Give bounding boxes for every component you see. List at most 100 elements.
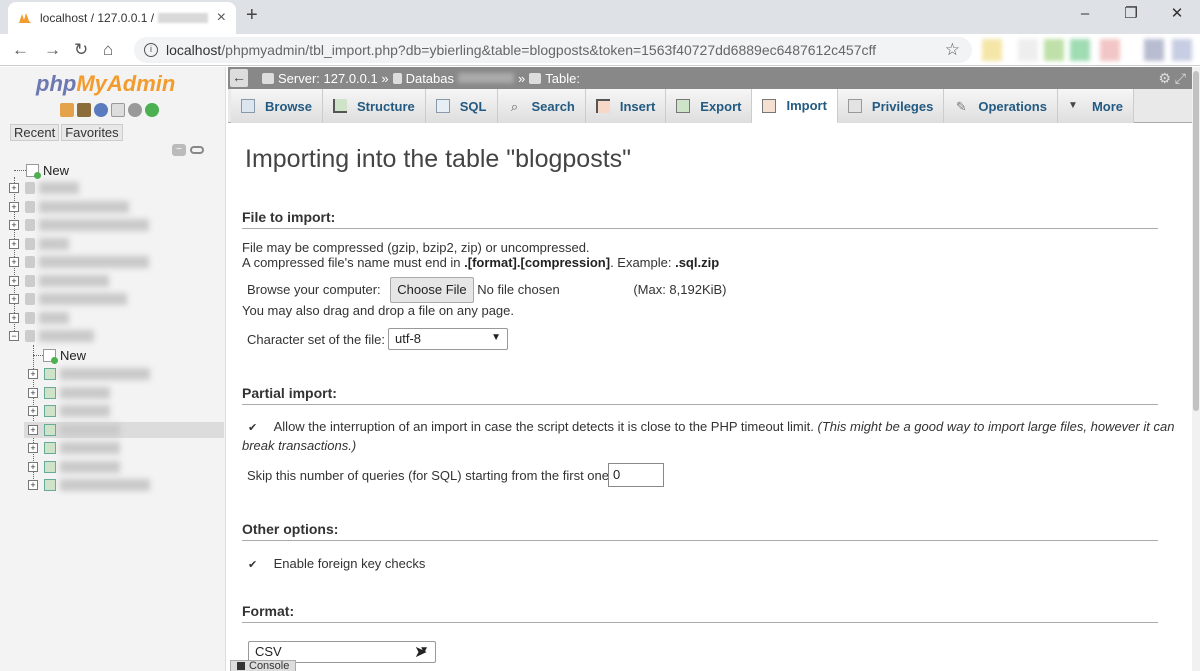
tree-database[interactable]: + [9, 199, 129, 215]
file-to-import-heading: File to import: [242, 209, 1158, 229]
tab-sql[interactable]: SQL [425, 89, 498, 123]
insert-icon [595, 99, 610, 113]
database-icon [25, 256, 35, 268]
forward-arrow-icon[interactable]: → [44, 40, 61, 60]
page-settings-gear-icon[interactable]: ⚙ ⤢ [1158, 70, 1186, 87]
close-tab-icon[interactable]: × [217, 9, 226, 27]
expand-icon[interactable]: + [9, 294, 19, 304]
new-tab-icon[interactable]: + [246, 4, 258, 27]
reload-navigation-icon[interactable] [145, 103, 159, 117]
expand-icon[interactable]: + [9, 183, 19, 193]
console-icon [237, 662, 245, 671]
help-icon[interactable] [94, 103, 108, 117]
expand-icon[interactable]: + [28, 443, 38, 453]
tree-new-database[interactable]: New [14, 162, 69, 179]
favorites-tab[interactable]: Favorites [61, 124, 123, 141]
logout-icon[interactable] [77, 103, 91, 117]
collapse-icon[interactable]: − [9, 331, 19, 341]
main-scrollbar[interactable] [1192, 67, 1200, 671]
browser-tab[interactable]: localhost / 127.0.0.1 / × [8, 2, 236, 34]
extension-icon[interactable] [1144, 39, 1164, 61]
tree-table[interactable]: + [28, 459, 120, 475]
extension-icon[interactable] [1018, 39, 1038, 61]
extension-icon[interactable] [1044, 39, 1064, 61]
tree-database[interactable]: + [9, 254, 149, 270]
tree-table[interactable]: + [28, 366, 150, 382]
tree-database[interactable]: + [9, 291, 127, 307]
expand-icon[interactable]: + [28, 388, 38, 398]
tab-structure[interactable]: Structure [322, 89, 426, 123]
expand-icon[interactable]: + [9, 239, 19, 249]
table-name-redacted [60, 387, 110, 399]
tree-database[interactable]: + [9, 217, 149, 233]
expand-icon[interactable]: + [28, 425, 38, 435]
other-options-heading: Other options: [242, 521, 1158, 541]
tab-insert[interactable]: Insert [585, 89, 667, 123]
profile-avatar[interactable] [1172, 39, 1192, 61]
home-icon[interactable] [60, 103, 74, 117]
table-name-redacted [60, 405, 110, 417]
expand-icon[interactable]: + [9, 313, 19, 323]
expand-icon[interactable]: + [9, 257, 19, 267]
extension-icon[interactable] [1070, 39, 1090, 61]
collapse-all-icon[interactable]: − [172, 144, 186, 156]
tree-database[interactable]: + [9, 180, 79, 196]
tree-new-table[interactable]: New [33, 347, 86, 364]
expand-icon[interactable]: + [28, 369, 38, 379]
expand-icon[interactable]: + [9, 202, 19, 212]
url-field[interactable]: i localhost/phpmyadmin/tbl_import.php?db… [134, 37, 972, 63]
breadcrumb-database[interactable]: Databas » [392, 71, 525, 86]
tree-database[interactable]: + [9, 273, 109, 289]
expand-icon[interactable]: + [9, 220, 19, 230]
tree-database-expanded[interactable]: − [9, 328, 94, 344]
reload-icon[interactable]: ↻ [74, 40, 88, 60]
site-info-icon[interactable]: i [144, 43, 158, 57]
expand-icon[interactable]: + [28, 462, 38, 472]
extension-icon[interactable] [1100, 39, 1120, 61]
tab-browse[interactable]: Browse [231, 89, 323, 123]
phpmyadmin-logo[interactable]: phpMyAdmin [36, 71, 175, 97]
expand-icon[interactable]: + [28, 480, 38, 490]
breadcrumb-table[interactable]: Table: [529, 71, 580, 86]
allow-interrupt-checkbox[interactable]: ✔ [248, 423, 258, 434]
tree-table[interactable]: + [28, 440, 120, 456]
expand-icon[interactable]: + [9, 276, 19, 286]
restore-icon[interactable]: ❐ [1108, 0, 1154, 30]
scrollbar-thumb[interactable] [1193, 71, 1199, 411]
console-toggle[interactable]: Console [230, 660, 297, 671]
choose-file-button[interactable]: Choose File [390, 277, 474, 303]
tree-table-selected[interactable]: + [24, 422, 224, 438]
tab-more[interactable]: ▼ More [1057, 89, 1135, 123]
tab-title-redacted [158, 13, 209, 23]
database-icon [25, 238, 35, 250]
tab-privileges[interactable]: Privileges [837, 89, 945, 123]
back-arrow-icon[interactable]: ← [12, 40, 29, 60]
minimize-icon[interactable]: – [1062, 0, 1108, 30]
collapse-nav-arrow-icon[interactable]: ← [230, 69, 248, 87]
navigation-panel: phpMyAdmin Recent Favorites − New + + + … [0, 67, 226, 671]
breadcrumb-server[interactable]: Server: 127.0.0.1 » [262, 71, 389, 86]
charset-select[interactable]: utf-8 ▼ [388, 328, 508, 350]
tree-table[interactable]: + [28, 403, 110, 419]
settings-gear-icon[interactable] [128, 103, 142, 117]
tree-database[interactable]: + [9, 310, 69, 326]
home-icon[interactable]: ⌂ [103, 40, 113, 60]
tab-search[interactable]: ⌕ Search [497, 89, 586, 123]
close-window-icon[interactable]: ✕ [1154, 0, 1200, 30]
expand-icon[interactable]: + [28, 406, 38, 416]
link-with-main-panel-icon[interactable] [190, 146, 204, 154]
tab-export[interactable]: Export [666, 89, 753, 123]
skip-queries-input[interactable]: 0 [608, 463, 664, 487]
extension-icon[interactable] [982, 39, 1002, 61]
bookmark-star-icon[interactable]: ☆ [945, 40, 960, 60]
recent-tab[interactable]: Recent [10, 124, 60, 141]
tree-table[interactable]: + [28, 385, 110, 401]
sql-icon [435, 99, 450, 113]
documentation-icon[interactable] [111, 103, 125, 117]
tab-import[interactable]: Import [752, 89, 838, 123]
table-name-redacted [60, 442, 120, 454]
foreign-key-checkbox[interactable]: ✔ [248, 560, 258, 571]
tree-database[interactable]: + [9, 236, 69, 252]
tab-operations[interactable]: ✎ Operations [944, 89, 1058, 123]
tree-table[interactable]: + [28, 477, 150, 493]
